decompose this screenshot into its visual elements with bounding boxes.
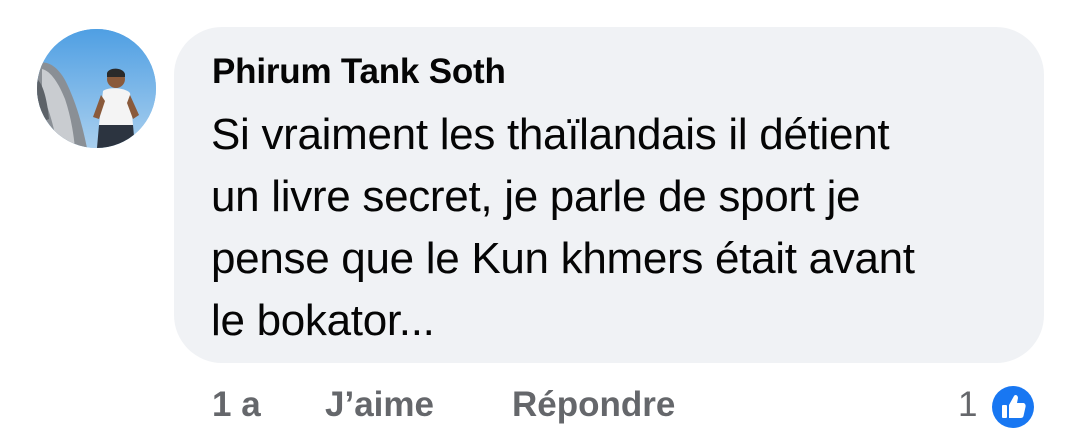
thumbs-up-icon[interactable] <box>988 382 1038 432</box>
avatar[interactable] <box>37 29 156 148</box>
comment-text-line: Si vraiment les thaïlandais il détient <box>211 110 890 159</box>
reaction-count[interactable]: 1 <box>958 385 977 425</box>
comment-author[interactable]: Phirum Tank Soth <box>212 52 506 92</box>
comment-text-line: un livre secret, je parle de sport je <box>211 172 861 221</box>
like-button[interactable]: J’aime <box>325 385 434 425</box>
reply-button[interactable]: Répondre <box>512 385 675 425</box>
avatar-photo <box>37 29 156 148</box>
comment-text-line: le bokator... <box>211 296 435 345</box>
comment-text-line: pense que le Kun khmers était avant <box>211 234 915 283</box>
comment: Phirum Tank Soth Si vraiment les thaïlan… <box>0 0 1080 443</box>
comment-text: Si vraiment les thaïlandais il détient u… <box>211 104 1011 352</box>
thumbs-up-icon <box>992 386 1034 428</box>
comment-timestamp[interactable]: 1 a <box>212 385 261 425</box>
